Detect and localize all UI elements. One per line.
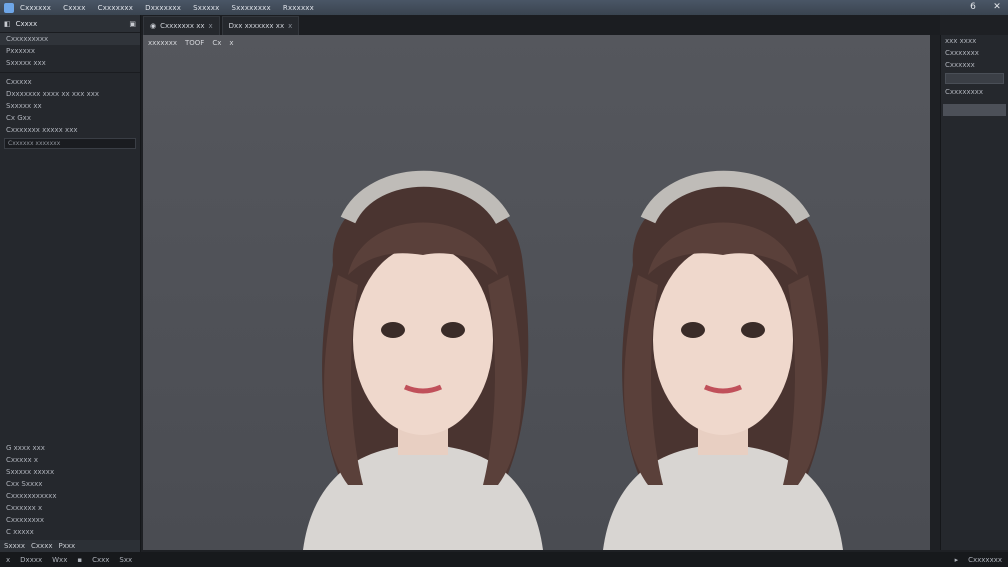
status-label[interactable]: x (6, 556, 10, 564)
list-item[interactable]: Cxxxxxxxxxxx (0, 490, 140, 502)
status-label[interactable]: Cxxx (92, 556, 109, 564)
left-panel: ◧ Cxxxx ▣ Cxxxxxxxxx Pxxxxxx Sxxxxx xxx … (0, 15, 141, 552)
tab-document-2[interactable]: Dxx xxxxxxx xx x (221, 16, 300, 35)
left-panel-row[interactable]: Cxxxxxxx xxxxx xxx (0, 124, 140, 136)
footer-label[interactable]: Sxxxx (4, 542, 25, 550)
left-panel-bottom-list: G xxxx xxx Cxxxxx x Sxxxxx xxxxx Cxx Sxx… (0, 442, 140, 538)
document-tabbar: ◉ Cxxxxxxx xx x Dxx xxxxxxx xx x (141, 15, 940, 35)
viewport-label[interactable]: x (229, 39, 233, 47)
status-label[interactable]: Wxx (52, 556, 67, 564)
right-panel-row[interactable]: Cxxxxxxx (941, 47, 1008, 59)
divider (0, 72, 140, 73)
viewport-label[interactable]: xxxxxxx (148, 39, 177, 47)
status-label: Cxxxxxxx (968, 555, 1002, 564)
list-item[interactable]: Sxxxxx xxxxx (0, 466, 140, 478)
menu-item-5[interactable]: Sxxxxx (193, 4, 219, 12)
right-panel-input[interactable] (945, 73, 1004, 84)
left-panel-header: ◧ Cxxxx ▣ (0, 15, 140, 33)
menu-item-3[interactable]: Cxxxxxxx (98, 4, 134, 12)
menubar: Cxxxxxx Cxxxx Cxxxxxxx Dxxxxxxx Sxxxxx S… (0, 0, 1008, 15)
menu-item-7[interactable]: Rxxxxxx (283, 4, 314, 12)
list-item[interactable]: Cxxxxx x (0, 454, 140, 466)
footer-label[interactable]: Pxxx (58, 542, 75, 550)
status-label[interactable]: Dxxxx (20, 556, 42, 564)
panel-icon: ◧ (4, 19, 11, 28)
tab-status-icon: ◉ (150, 22, 157, 30)
right-panel-row[interactable]: xxx xxxx (941, 35, 1008, 47)
tab-close-icon[interactable]: x (288, 22, 292, 30)
left-panel-footer: Sxxxx Cxxxx Pxxx (0, 540, 140, 552)
list-item[interactable]: G xxxx xxx (0, 442, 140, 454)
left-panel-input[interactable]: Cxxxxxx xxxxxxx (4, 138, 136, 149)
list-item[interactable]: Cxxxxxx x (0, 502, 140, 514)
left-panel-row[interactable]: Pxxxxxx (0, 45, 140, 57)
tab-label: Cxxxxxxx xx (160, 22, 205, 30)
footer-label[interactable]: Cxxxx (31, 542, 52, 550)
menu-item-4[interactable]: Dxxxxxxx (145, 4, 181, 12)
tab-close-icon[interactable]: x (209, 22, 213, 30)
window-controls: 6 ✕ (966, 1, 1004, 13)
close-window-icon[interactable]: ✕ (990, 1, 1004, 13)
left-panel-row[interactable]: Cxxxxx (0, 76, 140, 88)
viewport-label[interactable]: Cx (212, 39, 221, 47)
portrait-render-left (303, 170, 543, 550)
left-panel-row[interactable]: Sxxxxx xxx (0, 57, 140, 69)
left-panel-row[interactable]: Sxxxxx xx (0, 100, 140, 112)
tab-document-1[interactable]: ◉ Cxxxxxxx xx x (143, 16, 220, 35)
play-icon[interactable]: ▸ (955, 556, 959, 564)
pin-icon[interactable]: ▣ (129, 20, 136, 28)
right-panel: xxx xxxx Cxxxxxxx Cxxxxxx Cxxxxxxxx (940, 35, 1008, 550)
menu-item-6[interactable]: Sxxxxxxxx (231, 4, 270, 12)
grid-icon[interactable]: ▪ (77, 556, 82, 564)
app-logo-icon[interactable] (4, 2, 14, 13)
left-panel-row[interactable]: Cxxxxxxxxx (0, 33, 140, 45)
status-label[interactable]: Sxx (119, 556, 132, 564)
right-panel-row[interactable]: Cxxxxxxxx (941, 86, 1008, 98)
menu-item-1[interactable]: Cxxxxxx (20, 4, 51, 12)
list-item[interactable]: C xxxxx (0, 526, 140, 538)
left-panel-row[interactable]: Cx Gxx (0, 112, 140, 124)
tab-label: Dxx xxxxxxx xx (228, 22, 285, 30)
counter-badge: 6 (970, 2, 976, 12)
viewport-toolbar: xxxxxxx TOOF Cx x (148, 39, 234, 47)
viewport-label[interactable]: TOOF (185, 39, 204, 47)
canvas-viewport[interactable]: xxxxxxx TOOF Cx x (143, 35, 930, 550)
menu-item-2[interactable]: Cxxxx (63, 4, 85, 12)
statusbar: x Dxxxx Wxx ▪ Cxxx Sxx ▸ Cxxxxxxx (0, 552, 1008, 567)
right-panel-slider[interactable] (943, 104, 1006, 116)
list-item[interactable]: Cxxxxxxxx (0, 514, 140, 526)
right-panel-row[interactable]: Cxxxxxx (941, 59, 1008, 71)
left-panel-title: Cxxxx (15, 19, 38, 28)
list-item[interactable]: Cxx Sxxxx (0, 478, 140, 490)
left-panel-row[interactable]: Dxxxxxxx xxxx xx xxx xxx (0, 88, 140, 100)
portrait-render-right (603, 170, 843, 550)
